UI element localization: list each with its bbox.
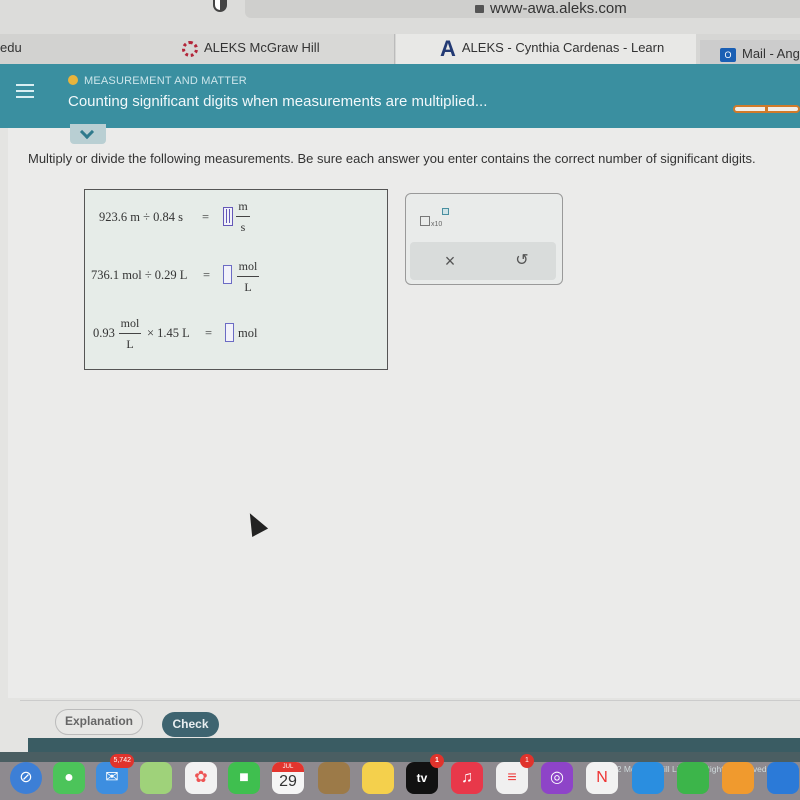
pages-icon[interactable] <box>722 762 754 794</box>
tab-edu[interactable]: edu <box>0 34 130 64</box>
browser-tabs: edu ALEKS McGraw Hill A ALEKS - Cynthia C… <box>0 34 800 70</box>
problem-3-equals: = <box>205 326 213 340</box>
problem-1-expression: 923.6 m ÷ 0.84 s <box>99 210 183 224</box>
problem-3-lhs-unit: mol L <box>119 316 141 352</box>
problem-2-answer-input[interactable] <box>223 265 232 284</box>
reminders-icon[interactable]: ≡ 1 <box>496 754 534 794</box>
tv-badge: 1 <box>430 754 444 768</box>
facetime-icon[interactable]: ■ <box>228 762 260 794</box>
xcode-icon[interactable] <box>767 762 799 794</box>
lesson-header: MEASUREMENT AND MATTER Counting signific… <box>0 64 800 128</box>
lesson-title: Counting significant digits when measure… <box>68 93 488 110</box>
safari-icon[interactable]: ⊘ <box>10 762 42 794</box>
lock-icon <box>475 5 484 13</box>
mcgraw-hill-icon <box>182 40 198 57</box>
messages-icon[interactable]: ● <box>53 762 85 794</box>
problem-3-unit: mol <box>238 326 258 340</box>
problem-1-answer-input[interactable] <box>223 207 233 226</box>
unit-numerator: mol <box>119 316 141 334</box>
math-tool-palette: x10 × ↺ <box>405 193 563 285</box>
music-icon[interactable]: ♫ <box>451 762 483 794</box>
problem-2-equals: = <box>203 268 211 282</box>
clear-button[interactable]: × <box>430 248 470 274</box>
calendar-day: 29 <box>279 773 297 790</box>
problem-3-answer-input[interactable] <box>225 323 234 342</box>
undo-icon: ↺ <box>515 252 529 269</box>
unit-denominator: L <box>126 337 134 351</box>
privacy-shield-icon[interactable] <box>213 0 227 12</box>
calendar-icon[interactable]: JUL 29 <box>272 762 304 794</box>
unit-denominator: L <box>244 280 252 294</box>
url-label: www-awa.aleks.com <box>490 0 627 17</box>
keynote-icon[interactable] <box>632 762 664 794</box>
notes-icon[interactable] <box>362 762 394 794</box>
x10-label: x10 <box>431 221 443 228</box>
url-text[interactable]: www-awa.aleks.com <box>475 0 627 18</box>
unit-numerator: mol <box>237 259 259 277</box>
numbers-icon[interactable] <box>677 762 709 794</box>
problem-box: 923.6 m ÷ 0.84 s = m s 736.1 mol ÷ 0.29 … <box>84 189 388 370</box>
instructions: Multiply or divide the following measure… <box>28 151 756 166</box>
maps-icon[interactable] <box>140 762 172 794</box>
exponent-box-icon <box>442 208 449 215</box>
palette-actions: × ↺ <box>410 242 556 280</box>
tv-label: tv <box>416 771 428 785</box>
progress-bar <box>733 105 800 113</box>
check-button[interactable]: Check <box>162 712 219 737</box>
close-icon: × <box>444 251 456 271</box>
tab-label: edu <box>0 40 22 55</box>
unit-numerator: m <box>236 199 250 217</box>
mail-icon[interactable]: ✉ 5,742 <box>96 754 134 794</box>
undo-button[interactable]: ↺ <box>502 248 542 274</box>
unit-denominator: s <box>240 220 246 234</box>
chevron-down-icon <box>79 124 95 140</box>
problem-1-unit: m s <box>236 199 250 235</box>
problem-1-equals: = <box>202 210 210 224</box>
aleks-icon: A <box>440 35 456 61</box>
browser-toolbar: www-awa.aleks.com <box>0 0 800 34</box>
problem-2-unit: mol L <box>237 259 259 295</box>
progress-marker <box>765 105 768 113</box>
topic-text: MEASUREMENT AND MATTER <box>84 75 247 87</box>
tab-label: Mail - Ange <box>742 46 800 61</box>
mail-badge: 5,742 <box>110 754 134 768</box>
news-icon[interactable]: N <box>586 762 618 794</box>
topic-label: MEASUREMENT AND MATTER <box>68 75 247 87</box>
problem-2-expression: 736.1 mol ÷ 0.29 L <box>91 268 188 282</box>
calendar-month: JUL <box>272 762 304 772</box>
tab-label: ALEKS - Cynthia Cardenas - Learn <box>461 40 665 55</box>
reminders-badge: 1 <box>520 754 534 768</box>
collapse-header-button[interactable] <box>70 124 106 144</box>
tab-label: ALEKS McGraw Hill <box>204 40 320 55</box>
podcasts-icon[interactable]: ◎ <box>541 762 573 794</box>
tab-aleks-learn[interactable]: A ALEKS - Cynthia Cardenas - Learn <box>396 34 696 64</box>
contacts-icon[interactable] <box>318 762 350 794</box>
footer-divider <box>20 700 800 701</box>
photos-icon[interactable]: ✿ <box>185 762 217 794</box>
problem-3-value: 0.93 <box>93 326 115 340</box>
menu-icon[interactable] <box>16 84 34 98</box>
problem-3-expression: × 1.45 L <box>147 326 190 340</box>
apple-tv-icon[interactable]: tv 1 <box>406 754 444 794</box>
tab-aleks-mcgraw-hill[interactable]: ALEKS McGraw Hill <box>130 34 395 64</box>
outlook-icon: O <box>720 47 736 62</box>
explanation-button[interactable]: Explanation <box>55 709 143 735</box>
base-box-icon <box>420 216 430 226</box>
topic-status-dot <box>68 75 78 85</box>
